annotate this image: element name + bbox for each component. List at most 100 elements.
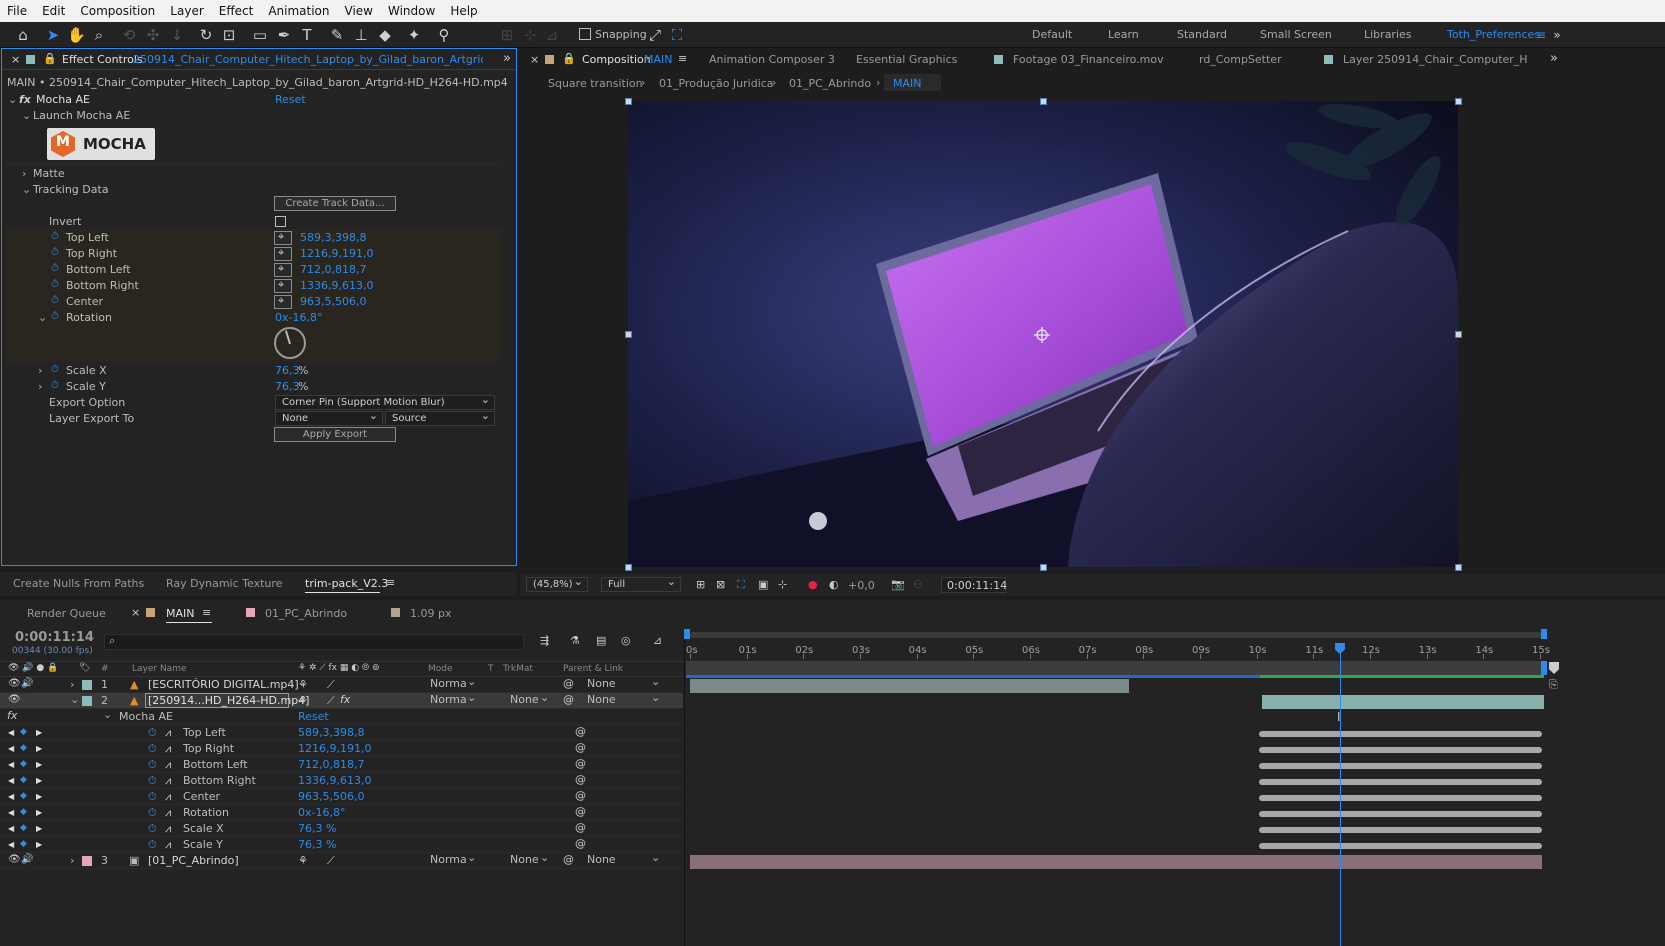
next-keyframe-icon[interactable]: ▶ — [36, 728, 42, 737]
graph-icon[interactable]: ⩘ — [165, 790, 171, 804]
layer-row-2[interactable]: 👁 ⌄ 2 ▲ [250914...HD_H264-HD.mp4] ⚘ ⟋ fx… — [0, 691, 683, 709]
comp-lock-icon[interactable]: 🔒 — [562, 52, 576, 65]
prev-keyframe-icon[interactable]: ◀ — [8, 744, 14, 753]
layer-label-swatch[interactable] — [82, 696, 92, 706]
property-row[interactable]: ◀ ◆ ▶ ⏱ ⩘ Center 963,5,506,0 @ — [0, 789, 683, 805]
roto-brush-icon[interactable]: ✦ — [405, 26, 423, 44]
keyframe-track[interactable] — [1259, 779, 1542, 785]
tab-menu-icon[interactable]: ≡ — [386, 576, 395, 589]
shy-switch-icon[interactable]: ⚘ — [298, 854, 308, 867]
zoom-tool-icon[interactable]: ⌕ — [90, 26, 108, 44]
draft-3d-icon[interactable]: ⚗ — [570, 634, 580, 647]
pickwhip-icon[interactable]: @ — [563, 677, 574, 690]
stopwatch-icon[interactable]: ⏱ — [148, 790, 157, 804]
next-keyframe-icon[interactable]: ▶ — [36, 776, 42, 785]
graph-icon[interactable]: ⩘ — [165, 726, 171, 740]
layer-export-dropdown[interactable]: None — [275, 409, 383, 426]
tab-footage[interactable]: Footage 03_Financeiro.mov — [1013, 53, 1164, 66]
property-value[interactable]: 1336,9,613,0 — [298, 774, 371, 787]
menu-effect[interactable]: Effect — [212, 4, 262, 18]
expand-chevron-icon[interactable]: › — [38, 380, 42, 393]
viewer-timecode[interactable]: 0:00:11:14 — [947, 579, 1007, 592]
property-value[interactable]: 712,0,818,7 — [298, 758, 364, 771]
orbit-camera-icon[interactable]: ⟲ — [120, 26, 138, 44]
stopwatch-icon[interactable]: ⏱ — [51, 247, 59, 258]
transparency-grid-icon[interactable]: ⊠ — [716, 578, 725, 591]
tab-timeline-main[interactable]: MAIN — [166, 607, 195, 620]
rectangle-tool-icon[interactable]: ▭ — [251, 26, 269, 44]
prev-keyframe-icon[interactable]: ◀ — [8, 776, 14, 785]
apply-export-button[interactable]: Apply Export — [274, 427, 396, 442]
property-value[interactable]: 589,3,398,8 — [298, 726, 364, 739]
visibility-eye-icon[interactable]: 👁 — [8, 854, 21, 865]
keyframe-toggle-icon[interactable]: ◆ — [20, 743, 27, 753]
home-icon[interactable]: ⌂ — [14, 26, 32, 44]
axis-view-icon[interactable]: ⊿ — [543, 26, 561, 44]
tab-render-queue[interactable]: Render Queue — [27, 607, 106, 620]
comp-panel-expand-icon[interactable]: » — [1550, 51, 1558, 66]
stopwatch-icon[interactable]: ⏱ — [51, 295, 59, 306]
graph-icon[interactable]: ⩘ — [165, 822, 171, 836]
collapse-chevron-icon[interactable]: ⌄ — [22, 109, 31, 122]
graph-editor-icon[interactable]: ⊿ — [653, 634, 662, 647]
expand-chevron-icon[interactable]: › — [70, 678, 74, 691]
quality-switch-icon[interactable]: ⟋ — [327, 678, 335, 692]
stopwatch-icon[interactable]: ⏱ — [148, 726, 157, 740]
expand-chevron-icon[interactable]: › — [70, 854, 74, 867]
comp-marker-icon[interactable]: ⎘ — [1549, 678, 1558, 692]
graph-icon[interactable]: ⩘ — [165, 758, 171, 772]
layer-parent[interactable]: None — [587, 853, 616, 866]
bounding-handle[interactable] — [1040, 98, 1047, 105]
ec-scale-x-value[interactable]: 76,3 — [275, 364, 300, 377]
audio-speaker-icon[interactable]: 🔊 — [21, 854, 33, 865]
snap-options-icon[interactable]: ⤢ — [646, 26, 664, 44]
fx-icon[interactable]: fx — [19, 93, 31, 106]
navigator-start-handle[interactable] — [684, 629, 690, 639]
export-option-dropdown[interactable]: Corner Pin (Support Motion Blur) — [275, 393, 495, 410]
layer-row-3[interactable]: 👁 🔊 › 3 ▣ [01_PC_Abrindo] ⚘ ⟋ Norma ⌄ No… — [0, 851, 683, 869]
collapse-chevron-icon[interactable]: ⌄ — [22, 183, 31, 196]
breadcrumb-producao[interactable]: 01_Produção Juridica — [659, 77, 774, 90]
snapping-checkbox[interactable] — [579, 28, 591, 40]
workspace-libraries[interactable]: Libraries — [1364, 28, 1412, 41]
color-channel-icon[interactable]: ● — [808, 578, 818, 591]
expand-chevron-icon[interactable]: › — [38, 364, 42, 377]
zoom-dropdown[interactable]: (45,8%) — [526, 575, 588, 592]
ec-param-value[interactable]: 1336,9,613,0 — [300, 279, 373, 292]
tab-trim-pack[interactable]: trim-pack_V2.3 — [305, 577, 388, 590]
ec-tab-label[interactable]: Effect Controls — [62, 53, 143, 66]
pickwhip-icon[interactable]: @ — [575, 773, 586, 786]
menu-composition[interactable]: Composition — [73, 4, 163, 18]
ec-param-value[interactable]: 963,5,506,0 — [300, 295, 366, 308]
keyframe-track[interactable] — [1259, 747, 1542, 753]
property-value[interactable]: 76,3 % — [298, 822, 336, 835]
pickwhip-icon[interactable]: @ — [575, 805, 586, 818]
pen-tool-icon[interactable]: ✒ — [275, 26, 293, 44]
layer-mode[interactable]: Norma — [430, 693, 467, 706]
timeline-close-icon[interactable]: × — [131, 606, 140, 619]
keyframe-track[interactable] — [1259, 795, 1542, 801]
tab-layer[interactable]: Layer 250914_Chair_Computer_Hitech — [1343, 53, 1528, 66]
property-value[interactable]: 0x-16,8° — [298, 806, 345, 819]
next-keyframe-icon[interactable]: ▶ — [36, 760, 42, 769]
bounding-handle[interactable] — [1455, 98, 1462, 105]
resolution-dropdown[interactable]: Full — [601, 575, 681, 592]
keyframe-toggle-icon[interactable]: ◆ — [20, 807, 27, 817]
pickwhip-icon[interactable]: @ — [563, 853, 574, 866]
breadcrumb-main[interactable]: MAIN — [893, 77, 922, 90]
property-row[interactable]: ◀ ◆ ▶ ⏱ ⩘ Top Right 1216,9,191,0 @ — [0, 741, 683, 757]
create-track-data-button[interactable]: Create Track Data... — [274, 196, 396, 211]
pickwhip-icon[interactable]: @ — [575, 757, 586, 770]
ec-launch-label[interactable]: Launch Mocha AE — [33, 109, 130, 122]
quality-switch-icon[interactable]: ⟋ — [327, 694, 335, 708]
show-snapshot-icon[interactable]: ⚇ — [913, 578, 923, 591]
bounding-handle[interactable] — [1455, 331, 1462, 338]
timeline-effect-name[interactable]: Mocha AE — [119, 710, 173, 723]
point-target-icon[interactable] — [274, 246, 292, 261]
stopwatch-icon[interactable]: ⏱ — [148, 838, 157, 852]
keyframe-track[interactable] — [1259, 763, 1542, 769]
tab-rd-compsetter[interactable]: rd_CompSetter — [1199, 53, 1282, 66]
ec-scale-y-value[interactable]: 76,3 — [275, 380, 300, 393]
brush-tool-icon[interactable]: ✎ — [328, 26, 346, 44]
property-row[interactable]: ◀ ◆ ▶ ⏱ ⩘ Bottom Right 1336,9,613,0 @ — [0, 773, 683, 789]
